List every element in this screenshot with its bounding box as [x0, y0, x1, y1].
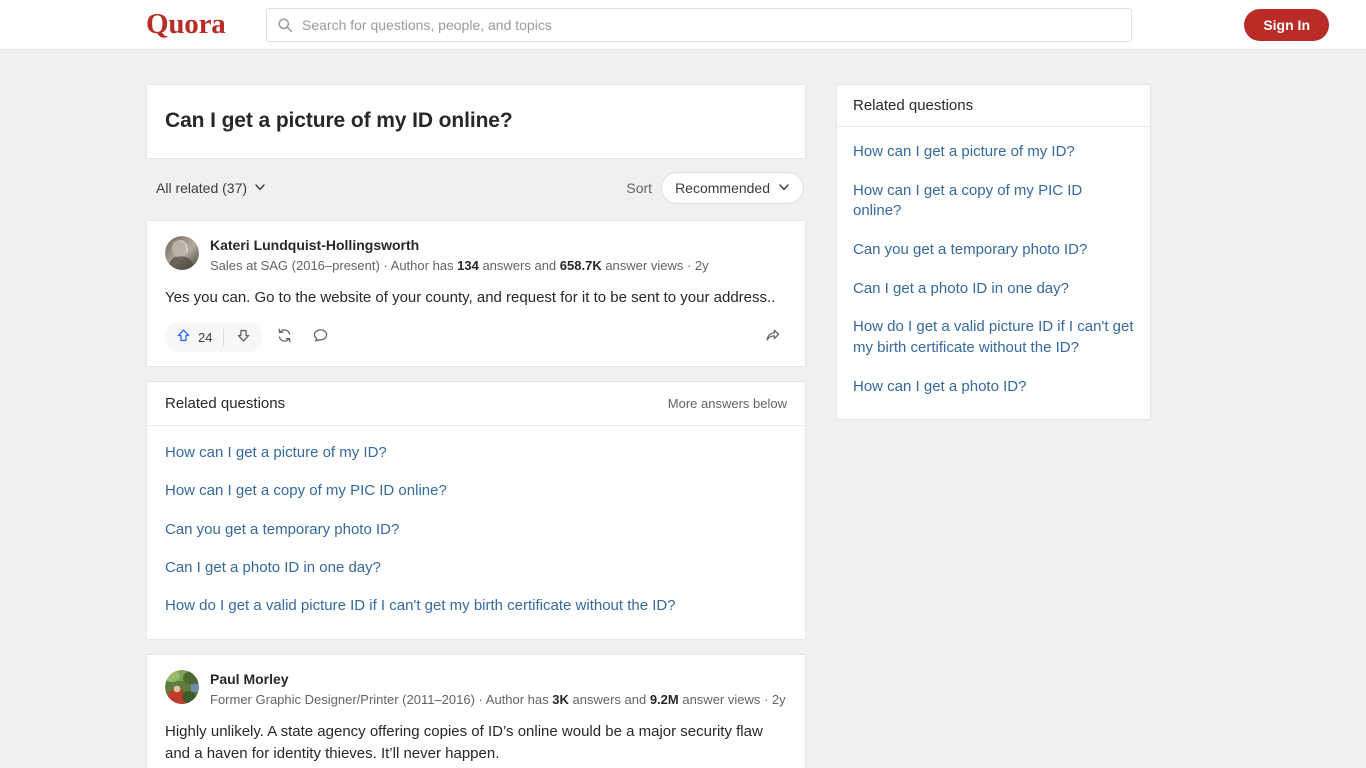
- sort-group: Sort Recommended: [626, 172, 804, 205]
- filter-sort-bar: All related (37) Sort Recommended: [146, 171, 806, 205]
- upvote-count: 24: [198, 329, 213, 345]
- list-item[interactable]: Can you get a temporary photo ID?: [165, 511, 787, 549]
- answer-card: Paul Morley Former Graphic Designer/Prin…: [146, 654, 806, 768]
- related-questions-card: Related questions More answers below How…: [146, 381, 806, 641]
- view-count: 9.2M: [649, 692, 679, 708]
- answer-content: Paul Morley Former Graphic Designer/Prin…: [147, 655, 805, 768]
- sidebar-question-list: How can I get a picture of my ID? How ca…: [837, 127, 1150, 419]
- list-item[interactable]: Can I get a photo ID in one day?: [165, 549, 787, 587]
- downvote-button[interactable]: [224, 322, 263, 352]
- chevron-down-icon: [254, 180, 266, 196]
- sort-dropdown[interactable]: Recommended: [661, 172, 804, 205]
- action-buttons-left: 24: [165, 322, 335, 353]
- avatar[interactable]: [165, 236, 199, 271]
- answer-count: 3K: [552, 692, 569, 708]
- all-related-dropdown[interactable]: All related (37): [156, 180, 266, 196]
- page-title: Can I get a picture of my ID online?: [165, 109, 513, 132]
- share-button[interactable]: [757, 322, 787, 352]
- sidebar-item-question-1[interactable]: How can I get a picture of my ID?: [853, 133, 1134, 172]
- credential-suffix: answer views · 2y: [678, 692, 786, 708]
- repost-icon: [276, 327, 293, 348]
- credential-prefix: Former Graphic Designer/Printer (2011–20…: [210, 692, 553, 708]
- answer-paragraph: Yes you can. Go to the website of your c…: [165, 289, 776, 307]
- page-body: Can I get a picture of my ID online? All…: [0, 50, 1366, 768]
- sidebar-related-questions-card: Related questions How can I get a pictur…: [836, 84, 1151, 420]
- answer-action-bar: 24: [165, 322, 787, 358]
- sidebar-item-question-4[interactable]: Can I get a photo ID in one day?: [853, 270, 1134, 309]
- repost-button[interactable]: [269, 322, 299, 352]
- vote-pill: 24: [165, 322, 264, 353]
- search-input[interactable]: [302, 16, 1121, 33]
- comment-bubble-icon: [312, 327, 329, 348]
- related-questions-title: Related questions: [165, 395, 286, 413]
- search-icon: [277, 17, 293, 33]
- sidebar-title: Related questions: [837, 85, 1150, 127]
- avatar[interactable]: [165, 670, 199, 705]
- main-column: Can I get a picture of my ID online? All…: [146, 84, 806, 768]
- credential-mid: answers and: [568, 692, 650, 708]
- chevron-down-icon: [778, 180, 790, 196]
- answer-count: 134: [457, 258, 479, 274]
- search-bar[interactable]: [266, 7, 1132, 42]
- downvote-arrow-icon: [235, 327, 252, 348]
- sidebar-item-question-6[interactable]: How can I get a photo ID?: [853, 368, 1134, 407]
- author-meta: Paul Morley Former Graphic Designer/Prin…: [210, 669, 786, 710]
- sort-label: Sort: [626, 180, 653, 197]
- site-header: Quora Sign In: [0, 0, 1366, 50]
- answer-body: Yes you can. Go to the website of your c…: [165, 287, 787, 309]
- author-credential: Sales at SAG (2016–present) · Author has…: [210, 257, 709, 276]
- credential-mid: answers and: [478, 258, 560, 274]
- quora-logo[interactable]: Quora: [146, 10, 226, 39]
- credential-prefix: Sales at SAG (2016–present) · Author has: [210, 258, 458, 274]
- author-name[interactable]: Kateri Lundquist-Hollingsworth: [210, 236, 709, 255]
- author-meta: Kateri Lundquist-Hollingsworth Sales at …: [210, 235, 709, 276]
- author-row: Paul Morley Former Graphic Designer/Prin…: [165, 669, 787, 710]
- more-answers-below-label[interactable]: More answers below: [668, 396, 787, 411]
- sort-value: Recommended: [675, 180, 770, 197]
- list-item[interactable]: How can I get a picture of my ID?: [165, 434, 787, 472]
- related-questions-list: How can I get a picture of my ID? How ca…: [147, 426, 805, 639]
- sidebar-item-question-5[interactable]: How do I get a valid picture ID if I can…: [853, 308, 1134, 367]
- all-related-label: All related (37): [156, 180, 248, 197]
- author-credential: Former Graphic Designer/Printer (2011–20…: [210, 691, 786, 710]
- sidebar-item-question-3[interactable]: Can you get a temporary photo ID?: [853, 231, 1134, 270]
- list-item[interactable]: How can I get a copy of my PIC ID online…: [165, 472, 787, 510]
- related-questions-header: Related questions More answers below: [147, 382, 805, 427]
- upvote-arrow-icon: [175, 327, 192, 348]
- sign-in-button[interactable]: Sign In: [1244, 8, 1329, 41]
- comment-button[interactable]: [305, 322, 335, 352]
- share-arrow-icon: [764, 327, 781, 348]
- credential-suffix: answer views · 2y: [601, 258, 709, 274]
- author-name[interactable]: Paul Morley: [210, 670, 786, 689]
- list-item[interactable]: How do I get a valid picture ID if I can…: [165, 587, 787, 625]
- sidebar: Related questions How can I get a pictur…: [836, 84, 1151, 420]
- author-row: Kateri Lundquist-Hollingsworth Sales at …: [165, 235, 787, 276]
- view-count: 658.7K: [559, 258, 602, 274]
- answer-card: Kateri Lundquist-Hollingsworth Sales at …: [146, 220, 806, 368]
- answer-body: Highly unlikely. A state agency offering…: [165, 721, 787, 768]
- question-title-card: Can I get a picture of my ID online?: [146, 84, 806, 160]
- sidebar-item-question-2[interactable]: How can I get a copy of my PIC ID online…: [853, 172, 1134, 231]
- answer-content: Kateri Lundquist-Hollingsworth Sales at …: [147, 221, 805, 366]
- upvote-button[interactable]: 24: [165, 322, 223, 352]
- answer-paragraph: Highly unlikely. A state agency offering…: [165, 723, 763, 763]
